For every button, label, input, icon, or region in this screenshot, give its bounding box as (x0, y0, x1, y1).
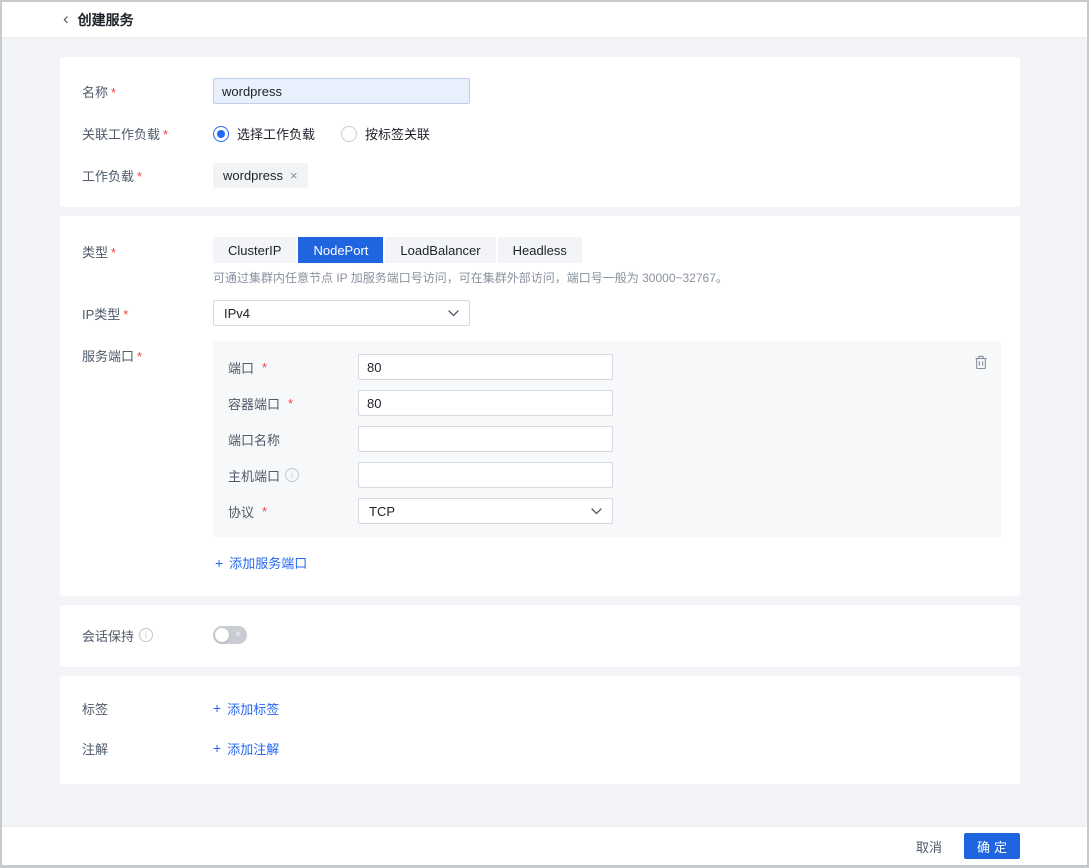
port-name-input[interactable] (358, 426, 613, 452)
toggle-off-icon: × (235, 630, 241, 640)
add-service-port-link[interactable]: + 添加服务端口 (215, 553, 307, 572)
required-mark: * (137, 169, 142, 184)
required-mark: * (123, 307, 128, 322)
tab-clusterip[interactable]: ClusterIP (213, 237, 296, 263)
form-scroll-area: 名称* 关联工作负载* 选择工作负载 按标签关联 (2, 38, 1087, 826)
delete-port-icon[interactable] (974, 355, 988, 370)
chevron-down-icon (591, 508, 602, 515)
chevron-down-icon (448, 310, 459, 317)
protocol-row: 协议* TCP (228, 498, 1001, 524)
type-and-ports-panel: 类型* ClusterIP NodePort LoadBalancer Head… (60, 216, 1020, 596)
port-input[interactable] (358, 354, 613, 380)
tab-headless[interactable]: Headless (498, 237, 582, 263)
annotations-row: 注解 + 添加注解 (60, 739, 1020, 758)
host-port-row: 主机端口 i (228, 462, 1001, 488)
required-mark: * (262, 504, 267, 519)
name-row: 名称* (60, 78, 1020, 104)
add-annotation-link[interactable]: + 添加注解 (213, 739, 279, 758)
service-ports-label: 服务端口* (60, 341, 213, 365)
name-input[interactable] (213, 78, 470, 104)
session-affinity-panel: 会话保持 i × (60, 605, 1020, 667)
type-row: 类型* ClusterIP NodePort LoadBalancer Head… (60, 237, 1020, 286)
required-mark: * (288, 396, 293, 411)
workload-association-radio-group: 选择工作负载 按标签关联 (213, 124, 430, 143)
type-label: 类型* (60, 237, 213, 261)
radio-associate-by-label[interactable]: 按标签关联 (341, 124, 430, 143)
host-port-label: 主机端口 i (228, 466, 358, 485)
tab-nodeport[interactable]: NodePort (298, 237, 383, 263)
port-row: 端口* (228, 354, 1001, 380)
plus-icon: + (215, 555, 223, 571)
labels-annotations-panel: 标签 + 添加标签 注解 + 添加注解 (60, 676, 1020, 784)
session-affinity-row: 会话保持 i × (60, 626, 1020, 645)
plus-icon: + (213, 700, 221, 716)
workload-association-row: 关联工作负载* 选择工作负载 按标签关联 (60, 124, 1020, 143)
labels-row: 标签 + 添加标签 (60, 699, 1020, 718)
protocol-select[interactable]: TCP (358, 498, 613, 524)
radio-icon (213, 126, 229, 142)
type-helper-text: 可通过集群内任意节点 IP 加服务端口号访问，可在集群外部访问，端口号一般为 3… (213, 269, 728, 286)
container-port-label: 容器端口* (228, 394, 358, 413)
workload-label: 工作负载* (60, 166, 213, 185)
type-tabs-wrap: ClusterIP NodePort LoadBalancer Headless… (213, 237, 728, 286)
plus-icon: + (213, 740, 221, 756)
footer-action-bar: 取消 确定 (2, 826, 1087, 865)
protocol-label: 协议* (228, 502, 358, 521)
annotations-label: 注解 (60, 739, 213, 758)
ip-type-row: IP类型* IPv4 (60, 300, 1020, 326)
container-port-row: 容器端口* (228, 390, 1001, 416)
type-tabs: ClusterIP NodePort LoadBalancer Headless (213, 237, 728, 263)
toggle-knob (215, 628, 229, 642)
confirm-button[interactable]: 确定 (964, 833, 1020, 859)
required-mark: * (111, 85, 116, 100)
port-label: 端口* (228, 358, 358, 377)
port-name-label: 端口名称 (228, 430, 358, 449)
session-affinity-label: 会话保持 i (60, 626, 213, 645)
service-ports-row: 服务端口* 端口* 容器端口* (60, 341, 1020, 537)
port-name-row: 端口名称 (228, 426, 1001, 452)
add-label-link[interactable]: + 添加标签 (213, 699, 279, 718)
ip-type-label: IP类型* (60, 304, 213, 323)
page-header: ‹ 创建服务 (2, 2, 1087, 38)
basic-info-panel: 名称* 关联工作负载* 选择工作负载 按标签关联 (60, 57, 1020, 207)
create-service-window: ‹ 创建服务 名称* 关联工作负载* 选择工作负载 (0, 0, 1089, 868)
cancel-button[interactable]: 取消 (916, 837, 942, 856)
radio-select-workload[interactable]: 选择工作负载 (213, 124, 315, 143)
session-affinity-toggle[interactable]: × (213, 626, 247, 644)
back-icon[interactable]: ‹ (63, 10, 69, 27)
info-icon[interactable]: i (139, 628, 153, 642)
required-mark: * (262, 360, 267, 375)
host-port-input[interactable] (358, 462, 613, 488)
tab-loadbalancer[interactable]: LoadBalancer (385, 237, 495, 263)
required-mark: * (137, 349, 142, 364)
required-mark: * (163, 127, 168, 142)
container-port-input[interactable] (358, 390, 613, 416)
required-mark: * (111, 245, 116, 260)
ip-type-select[interactable]: IPv4 (213, 300, 470, 326)
labels-label: 标签 (60, 699, 213, 718)
workload-row: 工作负载* wordpress × (60, 163, 1020, 188)
info-icon[interactable]: i (285, 468, 299, 482)
name-label: 名称* (60, 82, 213, 101)
radio-icon (341, 126, 357, 142)
workload-tag: wordpress × (213, 163, 308, 188)
service-port-card: 端口* 容器端口* 端口名称 (213, 341, 1001, 537)
page-title: 创建服务 (78, 10, 134, 30)
remove-tag-icon[interactable]: × (290, 169, 298, 182)
workload-association-label: 关联工作负载* (60, 124, 213, 143)
